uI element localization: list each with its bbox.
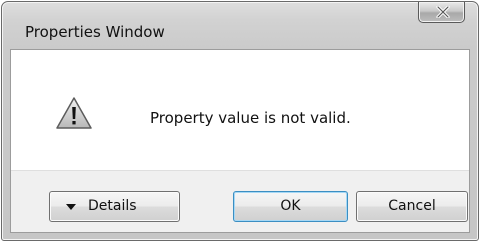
- ok-button[interactable]: OK: [233, 191, 348, 222]
- error-message: Property value is not valid.: [150, 109, 351, 127]
- details-button-label: Details: [88, 198, 137, 214]
- close-x-icon: [436, 6, 450, 18]
- window-title: Properties Window: [25, 23, 165, 41]
- dialog-content-area: Property value is not valid. Details OK …: [10, 49, 470, 233]
- close-button[interactable]: [418, 2, 465, 23]
- triangle-down-icon: [66, 204, 76, 210]
- details-button[interactable]: Details: [49, 191, 180, 222]
- warning-icon: [56, 97, 92, 129]
- cancel-button[interactable]: Cancel: [356, 191, 468, 222]
- properties-dialog-window: Properties Window Property value is not …: [1, 1, 479, 241]
